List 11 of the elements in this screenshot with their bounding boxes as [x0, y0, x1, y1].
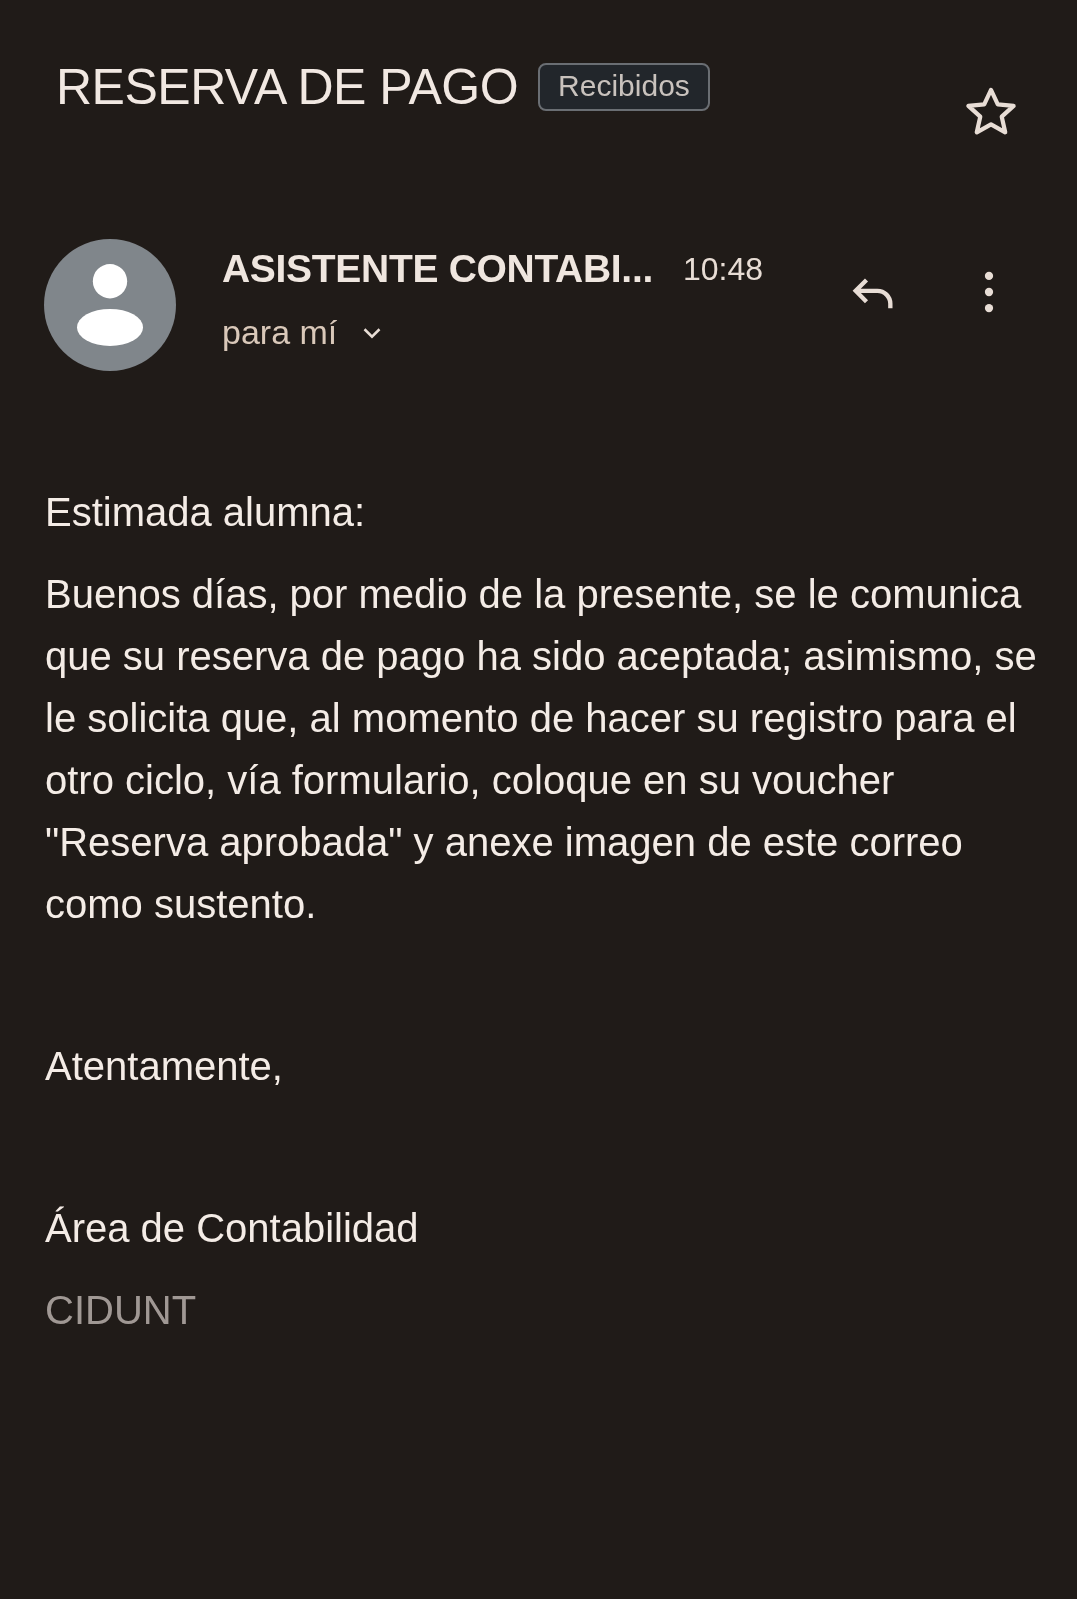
body-paragraph: Estimada alumna:	[45, 489, 367, 536]
body-paragraph: Atentamente,	[45, 1043, 284, 1090]
body-paragraph: Buenos días, por medio de la presente, se le comunica que su reserva de pago ha sido aceptada; asimismo, se le solicita que, al momento de hacer su registro para el otro ciclo, vía formulario, coloque en su voucher "Reserva aprobada" y anexe imagen de este correo como sustento.	[45, 571, 1037, 928]
email-subject: RESERVA DE PAGO	[56, 58, 519, 116]
body-paragraph: Área de Contabilidad	[45, 1205, 420, 1252]
signature-text: CIDUNT	[45, 1287, 198, 1334]
sender-name: ASISTENTE CONTABI...	[222, 247, 653, 291]
recipient-text: para mí	[222, 313, 338, 352]
inbox-label[interactable]: Recibidos	[538, 63, 710, 111]
message-time: 10:48	[682, 250, 764, 288]
avatar-icon	[44, 239, 176, 371]
